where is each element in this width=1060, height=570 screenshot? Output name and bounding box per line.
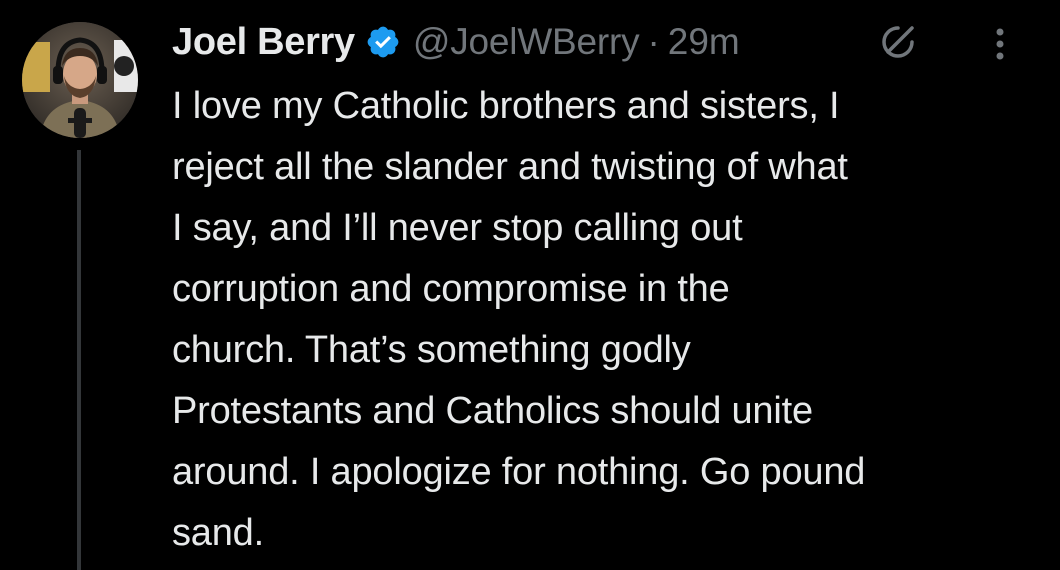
more-vertical-icon[interactable] <box>988 24 1012 64</box>
verified-badge-icon[interactable] <box>365 24 401 60</box>
author-handle[interactable]: @JoelWBerry <box>413 21 640 63</box>
avatar-photo-icon <box>22 22 138 138</box>
display-name[interactable]: Joel Berry <box>172 21 355 64</box>
tweet-header: Joel Berry @JoelWBerry · 29m <box>172 14 740 70</box>
timestamp[interactable]: 29m <box>668 21 740 63</box>
separator-dot: · <box>647 21 660 62</box>
tweet[interactable]: Joel Berry @JoelWBerry · 29m I love my C… <box>0 0 1060 570</box>
tweet-text: I love my Catholic brothers and sisters,… <box>172 85 866 554</box>
grok-slash-icon[interactable] <box>878 22 918 62</box>
avatar[interactable] <box>22 22 138 138</box>
thread-line <box>77 150 81 570</box>
